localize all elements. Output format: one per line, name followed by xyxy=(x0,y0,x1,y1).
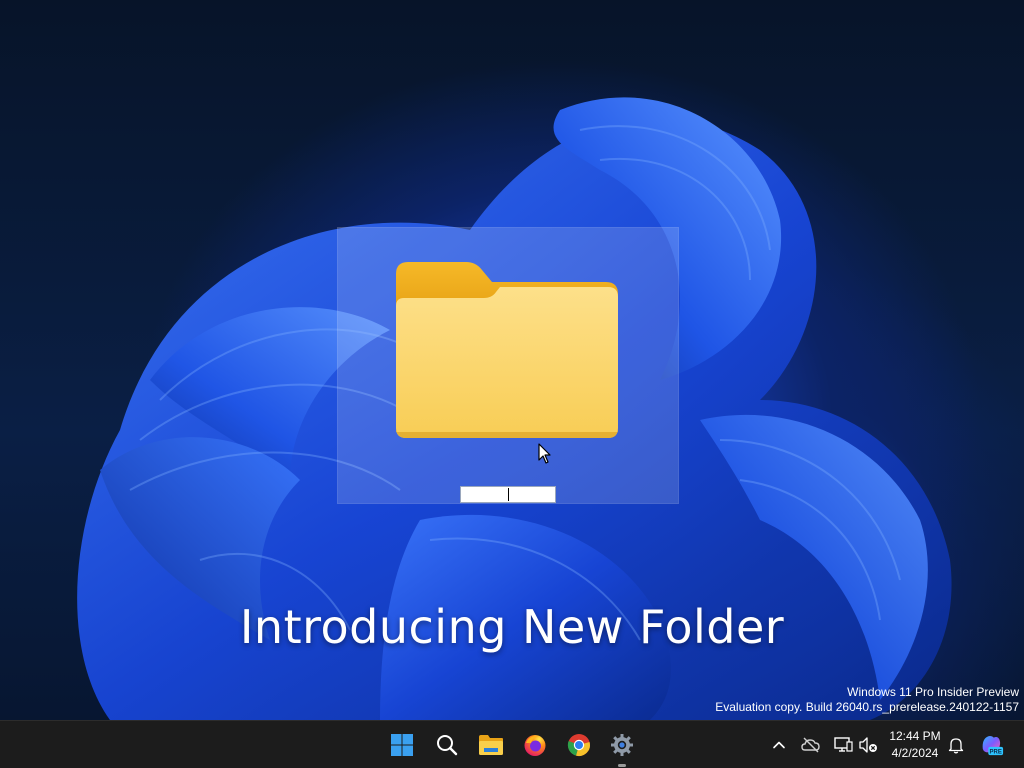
clock[interactable]: 12:44 PM 4/2/2024 xyxy=(880,728,950,762)
copilot-pre-badge: PRE xyxy=(990,749,1002,755)
clock-date: 4/2/2024 xyxy=(891,746,939,760)
desktop-wallpaper[interactable]: Introducing New Folder Windows 11 Pro In… xyxy=(0,0,1024,720)
clock-time: 12:44 PM xyxy=(889,729,941,743)
show-hidden-icons-button[interactable] xyxy=(767,733,791,757)
watermark-build: Evaluation copy. Build 26040.rs_prerelea… xyxy=(715,700,1019,714)
chevron-up-icon xyxy=(773,741,785,749)
onedrive-offline-icon xyxy=(801,737,820,753)
folder-icon[interactable] xyxy=(394,260,620,440)
watermark-edition: Windows 11 Pro Insider Preview xyxy=(847,685,1019,699)
copilot-button[interactable]: PRE xyxy=(980,733,1004,757)
text-caret xyxy=(508,488,509,501)
notifications-bell-icon xyxy=(948,738,964,754)
chrome-icon xyxy=(567,734,590,756)
volume-button[interactable] xyxy=(856,733,880,757)
onedrive-button[interactable] xyxy=(799,733,823,757)
settings-gear-icon xyxy=(611,734,633,756)
firefox-button[interactable] xyxy=(515,725,555,765)
banner-title: Introducing New Folder xyxy=(239,600,785,654)
settings-running-indicator xyxy=(618,764,626,767)
network-icon xyxy=(834,737,853,752)
chrome-button[interactable] xyxy=(559,725,599,765)
file-explorer-button[interactable] xyxy=(471,725,511,765)
search-icon xyxy=(437,735,458,756)
copilot-pre-icon: PRE xyxy=(982,735,1004,755)
file-explorer-icon xyxy=(479,735,503,755)
settings-button[interactable] xyxy=(602,725,642,765)
search-button[interactable] xyxy=(427,725,467,765)
firefox-icon xyxy=(524,735,546,756)
mouse-cursor-icon xyxy=(538,443,551,464)
volume-muted-icon xyxy=(859,737,877,753)
taskbar: 12:44 PM 4/2/2024 PRE xyxy=(0,720,1024,768)
start-button[interactable] xyxy=(382,725,422,765)
windows-start-icon xyxy=(391,734,413,756)
windows-watermark: Windows 11 Pro Insider Preview Evaluatio… xyxy=(715,685,1019,715)
notifications-button[interactable] xyxy=(944,733,968,757)
network-button[interactable] xyxy=(831,733,855,757)
